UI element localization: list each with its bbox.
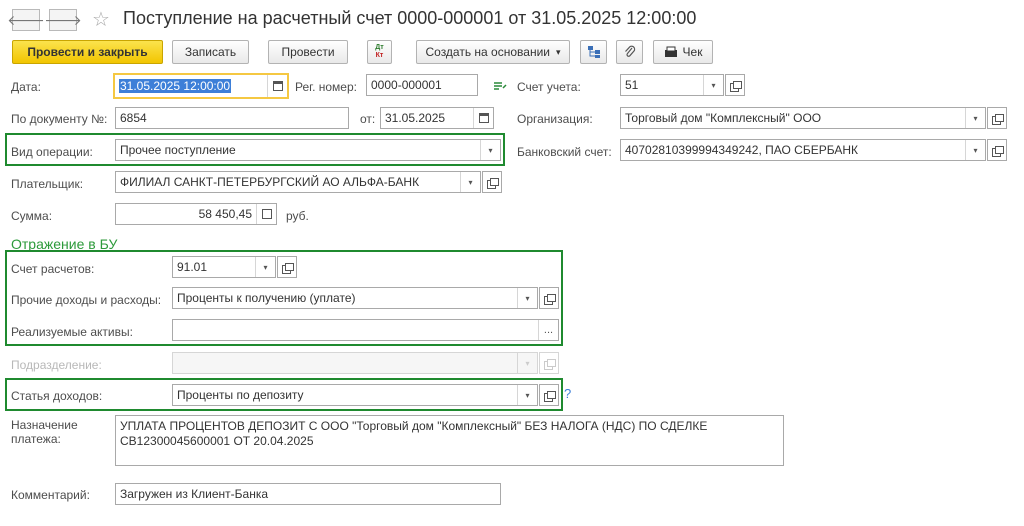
amount-field[interactable]: 58 450,45	[115, 203, 277, 225]
doc-date-field[interactable]: 31.05.2025	[380, 107, 494, 129]
chevron-down-icon[interactable]: ▾	[965, 108, 985, 128]
amount-label: Сумма:	[11, 209, 53, 223]
doc-date-label: от:	[360, 112, 376, 126]
other-income-open-button[interactable]	[539, 287, 559, 309]
date-field[interactable]: 31.05.2025 12:00:00	[113, 73, 289, 99]
operation-label: Вид операции:	[11, 145, 93, 159]
department-field: ▾	[172, 352, 538, 374]
settlement-account-field[interactable]: 91.01 ▾	[172, 256, 276, 278]
purpose-textarea[interactable]: УПЛАТА ПРОЦЕНТОВ ДЕПОЗИТ С ООО "Торговый…	[115, 415, 784, 466]
comment-label: Комментарий:	[11, 488, 90, 502]
chevron-down-icon[interactable]: ▾	[703, 75, 723, 95]
open-icon	[544, 358, 556, 370]
chevron-down-icon[interactable]: ▾	[480, 140, 500, 160]
doc-number-label: По документу №:	[11, 112, 108, 126]
date-label: Дата:	[11, 80, 41, 94]
open-icon	[730, 80, 742, 92]
receipt-printer-icon	[664, 46, 677, 57]
reg-number-field[interactable]: 0000-000001	[366, 74, 478, 96]
organization-label: Организация:	[517, 112, 593, 126]
help-icon[interactable]: ?	[564, 386, 571, 401]
edit-number-icon[interactable]	[493, 80, 507, 92]
arrow-right-icon: 🡒	[44, 11, 82, 28]
back-button[interactable]: 🡐	[7, 9, 45, 31]
page-title: Поступление на расчетный счет 0000-00000…	[123, 8, 697, 28]
organization-open-button[interactable]	[987, 107, 1007, 129]
open-icon	[992, 145, 1004, 157]
structure-icon	[587, 46, 600, 58]
chevron-down-icon[interactable]: ▾	[965, 140, 985, 160]
create-based-on-button[interactable]: Создать на основании ▾	[416, 40, 570, 64]
department-label: Подразделение:	[11, 358, 102, 372]
open-icon	[282, 262, 294, 274]
assets-field[interactable]: ...	[172, 319, 559, 341]
open-icon	[544, 293, 556, 305]
department-open-button	[539, 352, 559, 374]
organization-field[interactable]: Торговый дом "Комплексный" ООО ▾	[620, 107, 986, 129]
structure-button[interactable]	[580, 40, 607, 64]
income-item-open-button[interactable]	[539, 384, 559, 406]
chevron-down-icon[interactable]: ▾	[517, 288, 537, 308]
open-icon	[487, 177, 499, 189]
other-income-label: Прочие доходы и расходы:	[11, 293, 162, 307]
settlement-account-label: Счет расчетов:	[11, 262, 95, 276]
dt-kt-icon: Дт	[375, 44, 384, 51]
chevron-down-icon[interactable]: ▾	[460, 172, 480, 192]
assets-label: Реализуемые активы:	[11, 325, 133, 339]
ellipsis-icon[interactable]: ...	[538, 320, 558, 340]
payer-field[interactable]: ФИЛИАЛ САНКТ-ПЕТЕРБУРГСКИЙ АО АЛЬФА-БАНК…	[115, 171, 481, 193]
account-field[interactable]: 51 ▾	[620, 74, 724, 96]
open-icon	[544, 390, 556, 402]
favorite-star-icon[interactable]: ☆	[92, 7, 110, 32]
payer-open-button[interactable]	[482, 171, 502, 193]
income-item-field[interactable]: Проценты по депозиту ▾	[172, 384, 538, 406]
account-open-button[interactable]	[725, 74, 745, 96]
calculator-icon[interactable]	[256, 204, 276, 224]
comment-field[interactable]: Загружен из Клиент-Банка	[115, 483, 501, 505]
attach-button[interactable]	[616, 40, 643, 64]
payer-label: Плательщик:	[11, 177, 84, 191]
post-and-close-button[interactable]: Провести и закрыть	[12, 40, 163, 64]
bank-account-open-button[interactable]	[987, 139, 1007, 161]
chevron-down-icon: ▾	[517, 353, 537, 373]
account-label: Счет учета:	[517, 80, 581, 94]
settlement-account-open-button[interactable]	[277, 256, 297, 278]
chevron-down-icon[interactable]: ▾	[255, 257, 275, 277]
date-value: 31.05.2025 12:00:00	[119, 79, 232, 93]
check-receipt-button[interactable]: Чек	[653, 40, 713, 64]
chevron-down-icon[interactable]: ▾	[517, 385, 537, 405]
bank-account-field[interactable]: 40702810399994349242, ПАО СБЕРБАНК ▾	[620, 139, 986, 161]
reg-number-label: Рег. номер:	[295, 80, 357, 94]
operation-field[interactable]: Прочее поступление ▾	[115, 139, 501, 161]
dt-kt-button[interactable]: Дт Кт	[367, 40, 392, 64]
post-button[interactable]: Провести	[268, 40, 348, 64]
paperclip-icon	[624, 45, 635, 57]
save-button[interactable]: Записать	[172, 40, 249, 64]
calendar-icon[interactable]	[473, 108, 493, 128]
purpose-label: Назначение платежа:	[11, 418, 78, 446]
calendar-icon[interactable]	[267, 75, 287, 97]
forward-button[interactable]: 🡒	[44, 9, 82, 31]
chevron-down-icon: ▾	[555, 46, 561, 57]
arrow-left-icon: 🡐	[7, 11, 45, 28]
income-item-label: Статья доходов:	[11, 389, 103, 403]
bank-account-label: Банковский счет:	[517, 145, 612, 159]
other-income-field[interactable]: Проценты к получению (уплате) ▾	[172, 287, 538, 309]
open-icon	[992, 113, 1004, 125]
amount-currency: руб.	[286, 209, 309, 223]
doc-number-field[interactable]: 6854	[115, 107, 349, 129]
